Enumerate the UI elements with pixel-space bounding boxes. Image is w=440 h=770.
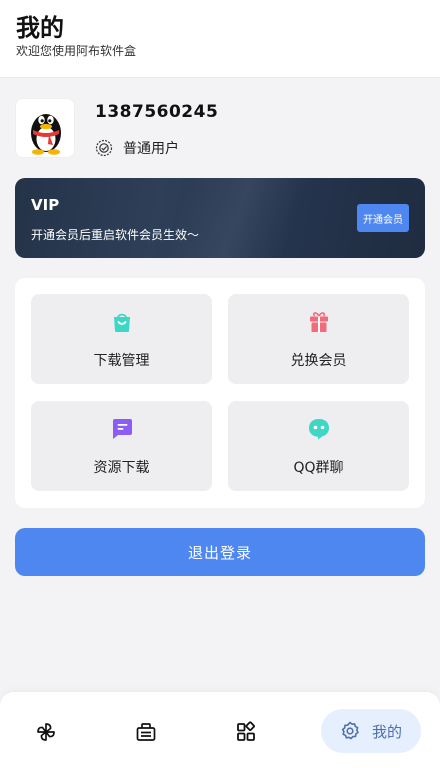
vip-description: 开通会员后重启软件会员生效～	[31, 228, 200, 242]
resource-download-tile[interactable]: 资源下载	[31, 401, 212, 491]
chat-bubble-icon	[308, 419, 329, 440]
profile-section: 1387560245 普通用户	[15, 98, 425, 160]
tab-ticket[interactable]	[134, 720, 158, 744]
tab-mine[interactable]: 我的	[321, 709, 421, 753]
tab-mine-label: 我的	[371, 722, 402, 741]
ticket-icon	[136, 723, 156, 741]
qq-penguin-icon	[31, 114, 61, 155]
redeem-vip-tile[interactable]: 兑换会员	[228, 294, 409, 384]
qq-group-label: QQ群聊	[293, 460, 344, 476]
avatar[interactable]	[15, 98, 75, 158]
apps-icon	[237, 721, 255, 741]
user-type-label: 普通用户	[123, 141, 179, 157]
tab-home[interactable]	[34, 720, 58, 744]
page-title: 我的	[16, 14, 64, 42]
bottom-tab-bar: 我的	[0, 692, 440, 770]
vip-card-shine	[151, 178, 319, 258]
tab-apps[interactable]	[234, 720, 258, 744]
page-header: 我的 欢迎您使用阿布软件盒	[0, 0, 440, 78]
username: 1387560245	[95, 102, 219, 122]
download-manager-label: 下载管理	[93, 353, 150, 369]
resource-download-label: 资源下载	[93, 460, 150, 476]
qq-group-tile[interactable]: QQ群聊	[228, 401, 409, 491]
feature-grid: 下载管理 兑换会员 资源下载 QQ群聊	[15, 278, 425, 508]
redeem-vip-label: 兑换会员	[290, 353, 347, 369]
shopping-bag-icon	[113, 313, 130, 332]
user-level-icon	[95, 139, 113, 157]
open-vip-button[interactable]: 开通会员	[357, 204, 409, 232]
download-manager-tile[interactable]: 下载管理	[31, 294, 212, 384]
gear-icon	[341, 721, 359, 740]
message-square-icon	[112, 419, 132, 439]
logout-button[interactable]: 退出登录	[15, 528, 425, 576]
page-subtitle: 欢迎您使用阿布软件盒	[16, 44, 137, 58]
pinwheel-icon	[37, 723, 55, 741]
user-type: 普通用户	[95, 138, 179, 158]
vip-card[interactable]: VIP 开通会员后重启软件会员生效～ 开通会员	[15, 178, 425, 258]
gift-icon	[309, 312, 328, 332]
vip-title: VIP	[31, 196, 60, 214]
